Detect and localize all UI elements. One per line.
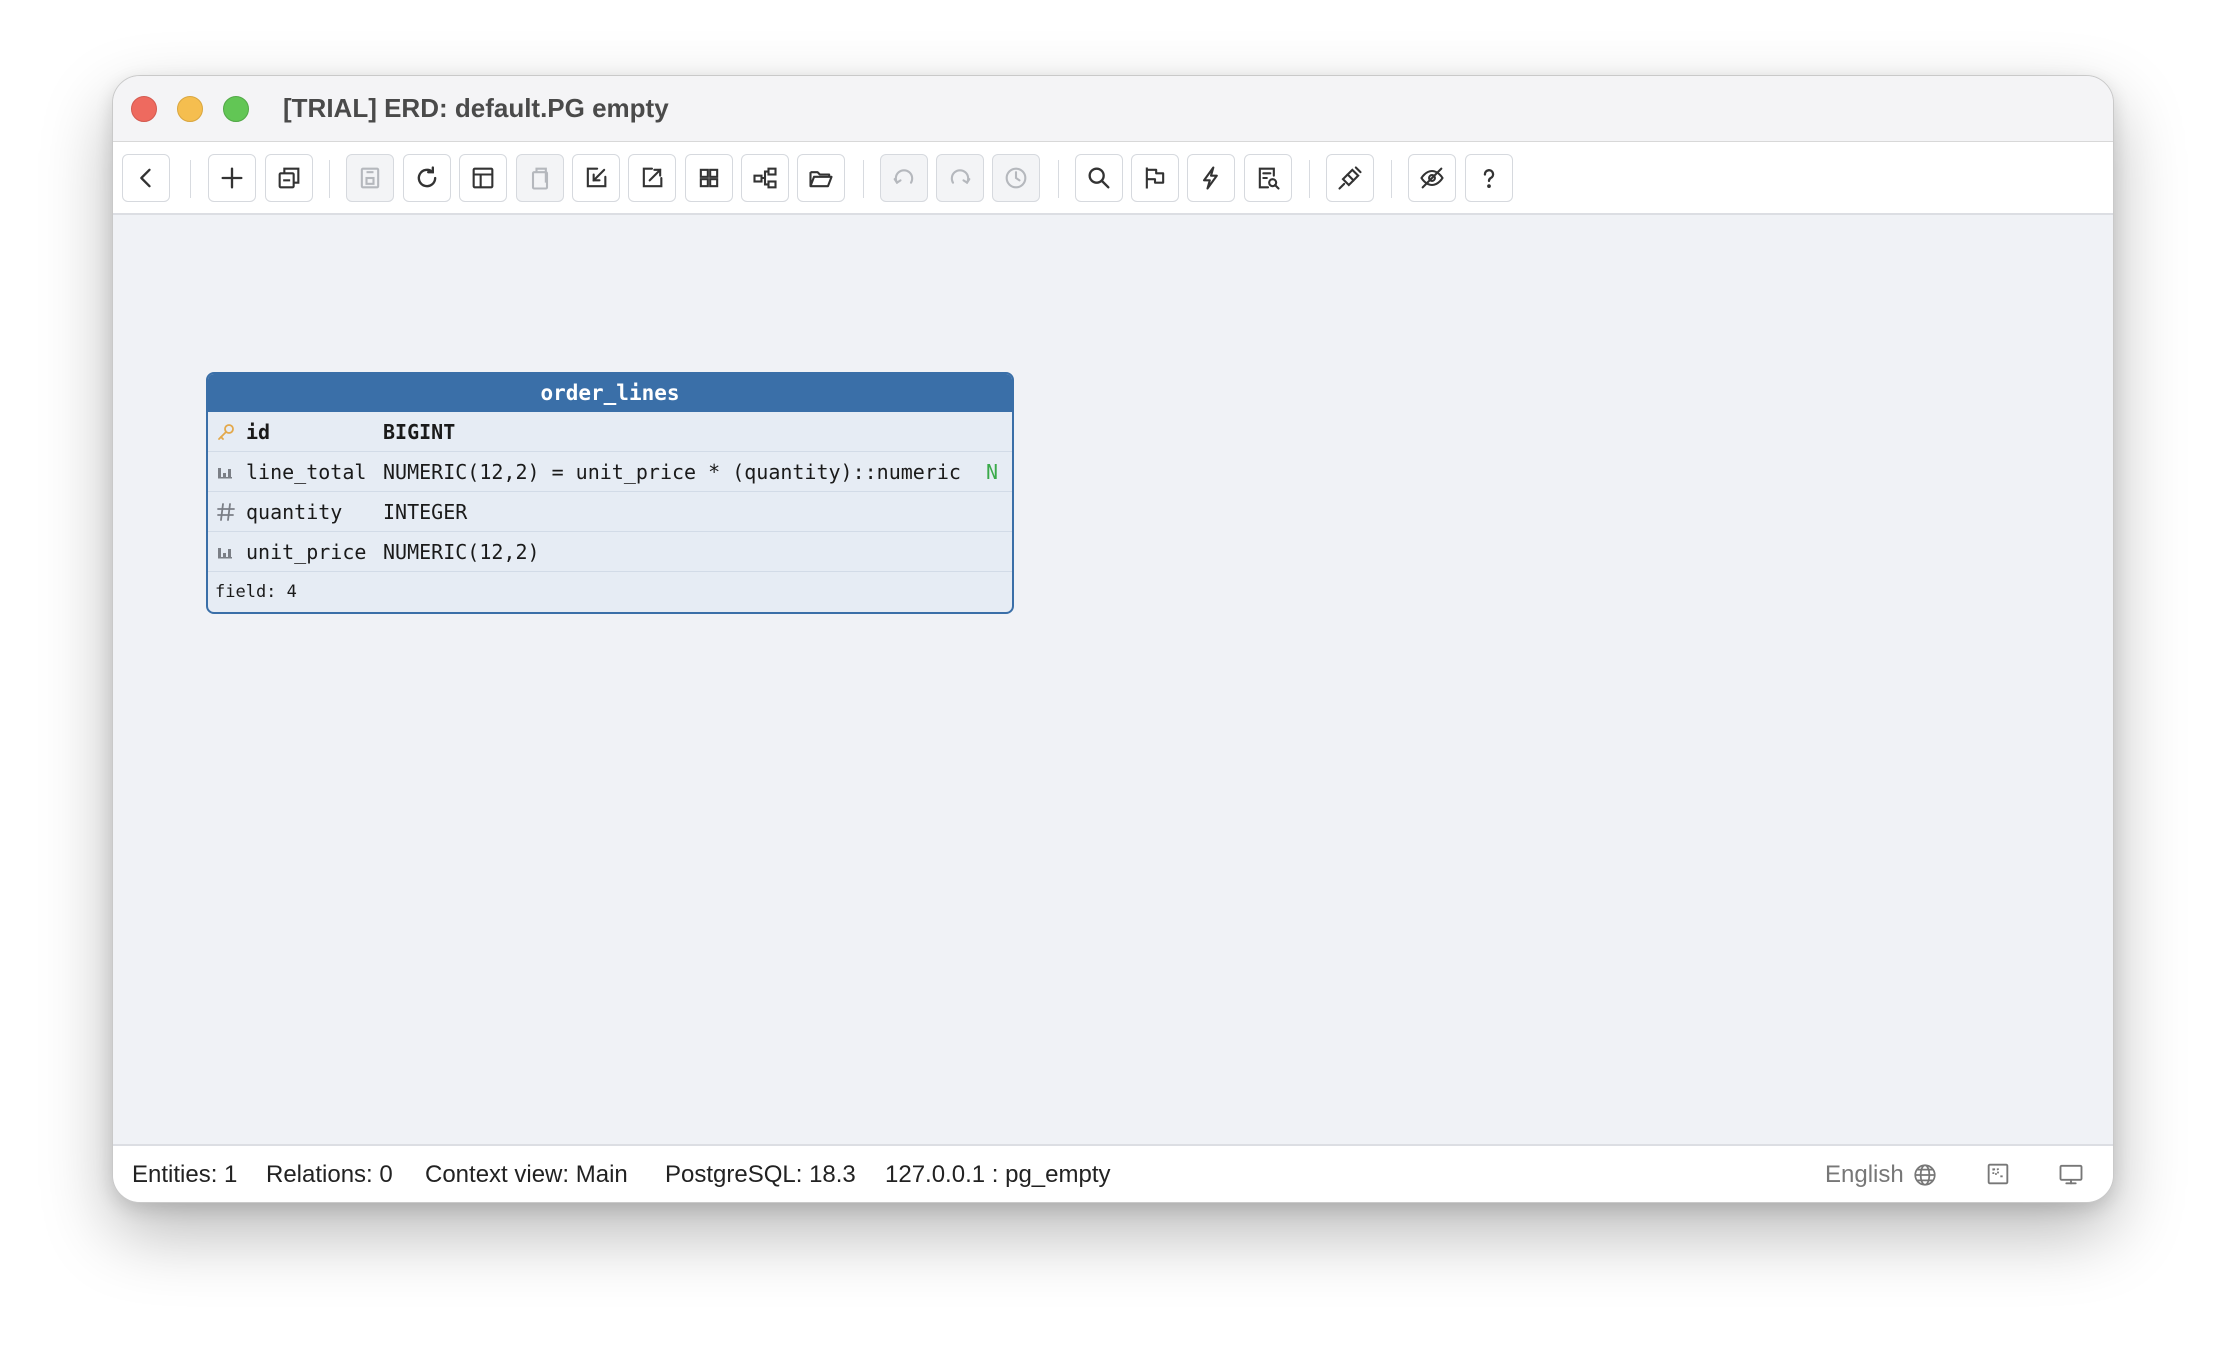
toolbar xyxy=(113,142,2113,215)
minimap-icon[interactable] xyxy=(1984,1160,2012,1188)
language-label: English xyxy=(1825,1161,1904,1188)
nullable-flag: N xyxy=(986,459,999,484)
copy-view-button[interactable] xyxy=(265,154,313,202)
plus-icon xyxy=(221,167,243,189)
numeric-column-icon xyxy=(218,548,232,559)
maximize-window-button[interactable] xyxy=(223,96,249,122)
hash-icon xyxy=(217,503,235,521)
monitor-icon[interactable] xyxy=(2057,1160,2085,1188)
history-icon xyxy=(1005,167,1027,189)
export-icon xyxy=(642,167,663,188)
window-title: [TRIAL] ERD: default.PG empty xyxy=(283,93,669,123)
language-selector[interactable]: English xyxy=(1825,1161,1938,1189)
search-button[interactable] xyxy=(1075,154,1123,202)
clipboard-icon xyxy=(531,167,549,190)
help-button[interactable] xyxy=(1465,154,1513,202)
status-connection: 127.0.0.1 : pg_empty xyxy=(885,1161,1111,1188)
import-icon xyxy=(586,167,607,188)
field-row[interactable]: quantity INTEGER xyxy=(208,492,1012,532)
connect-button[interactable] xyxy=(1326,154,1374,202)
key-icon xyxy=(218,424,234,440)
quick-action-button[interactable] xyxy=(1187,154,1235,202)
save-button[interactable] xyxy=(346,154,394,202)
redo-button[interactable] xyxy=(936,154,984,202)
folder-open-icon xyxy=(809,171,833,188)
add-button[interactable] xyxy=(208,154,256,202)
status-bar: Entities: 1 Relations: 0 Context view: M… xyxy=(113,1144,2113,1202)
hide-button[interactable] xyxy=(1408,154,1456,202)
status-db-version: PostgreSQL: 18.3 xyxy=(665,1161,856,1188)
flag-icon xyxy=(1145,167,1165,189)
diagram-canvas[interactable]: order_lines id BIGINT line_total NUMERIC… xyxy=(113,216,2113,1146)
import-button[interactable] xyxy=(572,154,620,202)
history-button[interactable] xyxy=(992,154,1040,202)
grid-icon xyxy=(699,168,719,188)
clipboard-button[interactable] xyxy=(516,154,564,202)
export-button[interactable] xyxy=(628,154,676,202)
field-type: NUMERIC(12,2) = unit_price * (quantity):… xyxy=(383,459,961,484)
field-name: unit_price xyxy=(246,539,367,564)
back-button[interactable] xyxy=(122,154,170,202)
refresh-button[interactable] xyxy=(403,154,451,202)
field-type: NUMERIC(12,2) xyxy=(383,539,540,564)
title-bar: [TRIAL] ERD: default.PG empty xyxy=(113,76,2113,142)
field-row[interactable]: line_total NUMERIC(12,2) = unit_price * … xyxy=(208,452,1012,492)
status-context-view[interactable]: Context view: Main xyxy=(425,1161,628,1189)
field-row[interactable]: unit_price NUMERIC(12,2) xyxy=(208,532,1012,572)
numeric-column-icon xyxy=(218,468,232,479)
help-icon xyxy=(1483,169,1495,189)
redo-icon xyxy=(950,169,971,185)
save-icon xyxy=(360,167,380,189)
chevron-left-icon xyxy=(140,168,151,188)
relations-button[interactable] xyxy=(741,154,789,202)
field-name: line_total xyxy=(246,459,367,484)
globe-icon xyxy=(1914,1164,1936,1186)
inspect-button[interactable] xyxy=(1244,154,1292,202)
field-type: BIGINT xyxy=(383,419,456,444)
plug-icon xyxy=(1338,166,1362,190)
minimize-window-button[interactable] xyxy=(177,96,203,122)
open-button[interactable] xyxy=(797,154,845,202)
lightning-icon xyxy=(1202,166,1218,190)
search-icon xyxy=(1088,167,1110,189)
entity-footer: field: 4 xyxy=(215,582,297,602)
grid-button[interactable] xyxy=(685,154,733,202)
undo-button[interactable] xyxy=(880,154,928,202)
eye-off-icon xyxy=(1420,167,1444,189)
status-entities: Entities: 1 xyxy=(132,1161,238,1188)
field-type: INTEGER xyxy=(383,499,468,524)
field-name: id xyxy=(246,419,271,444)
field-name: quantity xyxy=(246,499,343,524)
field-row[interactable]: id BIGINT xyxy=(208,412,1012,452)
layout-button[interactable] xyxy=(459,154,507,202)
entity-title[interactable]: order_lines xyxy=(208,374,1012,412)
close-window-button[interactable] xyxy=(131,96,157,122)
layout-icon xyxy=(472,167,494,189)
undo-icon xyxy=(893,169,914,185)
copy-icon xyxy=(278,167,300,189)
flag-button[interactable] xyxy=(1131,154,1179,202)
refresh-icon xyxy=(417,166,437,188)
status-relations: Relations: 0 xyxy=(266,1161,393,1188)
entity-order-lines[interactable]: order_lines id BIGINT line_total NUMERIC… xyxy=(206,372,1014,614)
hierarchy-icon xyxy=(753,167,777,189)
document-search-icon xyxy=(1258,167,1280,190)
app-window: [TRIAL] ERD: default.PG empty order_line… xyxy=(112,75,2114,1203)
